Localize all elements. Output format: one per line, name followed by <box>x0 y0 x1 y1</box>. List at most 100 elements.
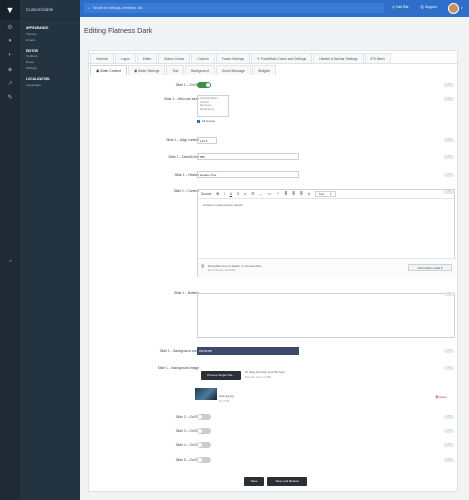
tab-guest-message[interactable]: Guest Message <box>215 65 251 75</box>
buttons-textarea[interactable] <box>197 293 455 338</box>
link-button[interactable]: ↔ <box>259 192 262 196</box>
visit-site-link[interactable]: ◎ Visit Site <box>392 5 409 9</box>
section-title-editor: EDITOR <box>26 48 38 53</box>
group-multiselect[interactable]: Administrators Guests Members Moderators <box>197 95 229 117</box>
bold-button[interactable]: B <box>216 192 218 196</box>
slide4-onoff-toggle[interactable] <box>197 442 211 448</box>
tab-front-main-colors[interactable]: ✎ Front/Main Colors and Settings <box>251 53 313 63</box>
slide2-onoff-toggle[interactable] <box>197 414 211 420</box>
help-icon[interactable]: ? <box>444 83 454 87</box>
help-icon[interactable]: ? <box>444 429 454 433</box>
gear-icon[interactable]: ⚙ <box>0 20 20 34</box>
font-color-button[interactable]: A <box>308 192 310 196</box>
sidebar-item-toolbars[interactable]: Toolbars <box>26 54 74 58</box>
tab-button-colors[interactable]: Button Colors <box>158 53 191 63</box>
align-center-button[interactable]: ≣ <box>292 192 295 196</box>
background-color-input[interactable]: #3D3F6B <box>197 347 299 355</box>
rich-text-editor[interactable]: Source B I U S ≡ ☰ ↔ <> ⚐ ≣ ≣ ≣ A Size ▾… <box>197 189 456 278</box>
help-icon[interactable]: ? <box>444 97 454 101</box>
tab-header-navbar[interactable]: Header & Navbar Settings <box>313 53 364 63</box>
slide2-onoff-label: Slide 2 – On/Off <box>175 415 199 419</box>
slide1-bgcolor-label: Slide 1 – Background color <box>159 349 199 353</box>
list-button[interactable]: ≡ <box>244 192 246 196</box>
support-link[interactable]: ⛑ Support <box>420 5 437 9</box>
help-icon[interactable]: ? <box>444 292 454 296</box>
tab-text[interactable]: Text <box>166 65 185 75</box>
align-left-button[interactable]: ≣ <box>284 192 287 196</box>
section-title-localization: LOCALIZATION <box>26 76 50 81</box>
slide1-who-label: Slide 1 – Who can see? <box>164 97 199 101</box>
stats-icon[interactable]: ↗ <box>0 76 20 90</box>
underline-button[interactable]: U <box>230 192 232 196</box>
tab-background[interactable]: Background <box>185 65 215 75</box>
align-select[interactable]: Left ▾ <box>197 137 217 144</box>
editor-body[interactable]: Custom content lorem ipsum. <box>198 199 454 211</box>
insert-media-button[interactable]: Insert other media ▾ <box>408 264 452 271</box>
drop-files-text[interactable]: Drag files here to attach, or choose fil… <box>208 264 263 268</box>
help-icon[interactable]: ? <box>444 366 454 370</box>
help-icon[interactable]: ? <box>444 458 454 462</box>
tab-custom[interactable]: Custom <box>191 53 215 63</box>
toggle-knob <box>198 458 202 462</box>
collapse-icon[interactable]: ◂ <box>0 258 20 264</box>
all-groups-checkbox[interactable]: All Groups <box>197 119 229 123</box>
size-dropdown[interactable]: Size ▾ <box>314 191 336 197</box>
search-input[interactable]: ⌕ Search for settings, members, etc. <box>84 3 384 13</box>
checkbox-icon <box>197 119 200 123</box>
help-icon[interactable]: ? <box>444 415 454 419</box>
sidebar-item-themes[interactable]: Themes <box>26 32 74 36</box>
file-name: slide-bg.jpg <box>219 394 234 398</box>
slide1-buttons-label: Slide 1 – Buttons <box>174 291 199 295</box>
italic-button[interactable]: I <box>224 192 225 196</box>
font-color-input[interactable]: ffffff <box>197 153 299 160</box>
help-icon[interactable]: ? <box>444 155 454 159</box>
logo-icon[interactable]: ▼ <box>0 0 20 20</box>
member-icon[interactable]: ◐ <box>0 48 20 62</box>
tab-slider-settings-label: Slider Settings <box>137 68 160 73</box>
option-moderators[interactable]: Moderators <box>200 107 226 112</box>
help-icon[interactable]: ? <box>444 349 454 353</box>
help-icon[interactable]: ? <box>444 443 454 447</box>
tab-logos[interactable]: Logos <box>114 53 136 63</box>
help-icon[interactable]: ? <box>444 190 454 194</box>
tab-footer-settings[interactable]: Footer Settings <box>215 53 251 63</box>
sidebar-item-settings[interactable]: Settings <box>26 66 74 70</box>
tab-widgets[interactable]: Widgets <box>251 65 276 75</box>
help-icon[interactable]: ? <box>444 138 454 142</box>
users-icon[interactable]: ● <box>0 34 20 48</box>
sidebar-brand: Customizable <box>20 0 80 20</box>
search-icon: ⌕ <box>88 6 90 10</box>
attachment-area[interactable]: ⚲ Drag files here to attach, or choose f… <box>198 258 456 278</box>
slide3-onoff-toggle[interactable] <box>197 428 211 434</box>
chevron-down-icon[interactable]: ▾ <box>461 6 463 10</box>
source-button[interactable]: Source <box>201 192 211 196</box>
numbered-list-button[interactable]: ☰ <box>251 192 254 196</box>
slide5-onoff-toggle[interactable] <box>197 457 211 463</box>
slide4-onoff-label: Slide 4 – On/Off <box>175 443 199 447</box>
sidebar-item-emails[interactable]: Emails <box>26 38 74 42</box>
brush-icon[interactable]: ✎ <box>0 90 20 104</box>
visit-site-label: Visit Site <box>395 5 409 9</box>
tab-editor[interactable]: Editor <box>136 53 158 63</box>
slide1-onoff-toggle[interactable] <box>197 82 211 88</box>
tab-general[interactable]: General <box>90 53 114 63</box>
tab-ips-menu[interactable]: IPS Menu <box>364 53 391 63</box>
help-icon[interactable]: ? <box>444 173 454 177</box>
tab-slider-content[interactable]: ▣ Slider Content <box>90 65 127 75</box>
header-input[interactable]: Header One <box>197 171 299 178</box>
sidebar-item-languages[interactable]: Languages <box>26 83 74 87</box>
choose-file-button[interactable]: Choose Single File... <box>201 371 241 380</box>
strike-button[interactable]: S <box>237 192 239 196</box>
code-button[interactable]: <> <box>268 192 272 196</box>
align-right-button[interactable]: ≣ <box>300 192 303 196</box>
sidebar-item-emoji[interactable]: Emoji <box>26 60 74 64</box>
cart-icon[interactable]: ◈ <box>0 62 20 76</box>
save-reload-button[interactable]: Save and Reload <box>267 477 307 486</box>
delete-file-button[interactable]: 🗑Delete <box>435 395 447 399</box>
secondary-tabs: ▣ Slider Content ▣ Slider Settings Text … <box>89 65 459 75</box>
avatar[interactable] <box>448 3 459 14</box>
toggle-knob <box>206 83 210 87</box>
save-button[interactable]: Save <box>244 477 264 486</box>
tab-slider-settings[interactable]: ▣ Slider Settings <box>127 65 166 75</box>
flag-button[interactable]: ⚐ <box>276 192 279 196</box>
